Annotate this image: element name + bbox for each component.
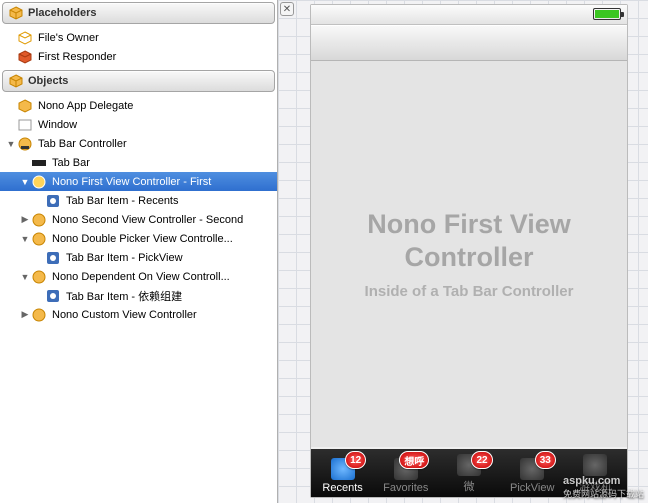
- view-controller-icon: [32, 232, 46, 246]
- outline-sidebar: Placeholders File's Owner First Responde…: [0, 0, 278, 503]
- placeholder-item-first-responder[interactable]: First Responder: [0, 47, 277, 66]
- tree-item-double-picker-vc[interactable]: Nono Double Picker View Controlle...: [0, 229, 277, 248]
- badge: 想呼: [399, 451, 429, 469]
- item-label: Nono Double Picker View Controlle...: [52, 233, 233, 245]
- item-label: Tab Bar Controller: [38, 138, 127, 150]
- watermark-text: aspku.com 免费网站源码下载站: [563, 473, 644, 500]
- cube-yellow-icon: [18, 99, 32, 113]
- disclosure-triangle-icon[interactable]: [20, 177, 30, 187]
- tab-label: 微: [464, 478, 475, 494]
- item-label: File's Owner: [38, 32, 99, 44]
- tree-item-second-view-controller[interactable]: Nono Second View Controller - Second: [0, 210, 277, 229]
- badge: 12: [345, 451, 366, 469]
- tab-label: Recents: [322, 482, 362, 494]
- tab-label: Favorites: [383, 482, 428, 494]
- tree-item-window[interactable]: Window: [0, 115, 277, 134]
- ib-canvas[interactable]: ✕ Nono First View Controller Inside of a…: [278, 0, 648, 503]
- objects-tree: Nono App Delegate Window Tab Bar Control…: [0, 94, 277, 326]
- item-label: Tab Bar Item - 依赖组建: [66, 288, 182, 304]
- tree-item-tab-bar[interactable]: Tab Bar: [0, 153, 277, 172]
- tree-item-pickview[interactable]: Tab Bar Item - PickView: [0, 248, 277, 267]
- tree-item-dependent-vc[interactable]: Nono Dependent On View Controll...: [0, 267, 277, 286]
- item-label: First Responder: [38, 51, 116, 63]
- tree-item-custom-vc[interactable]: Nono Custom View Controller: [0, 305, 277, 324]
- status-bar: [311, 5, 627, 25]
- view-controller-icon: [32, 270, 46, 284]
- item-label: Nono App Delegate: [38, 100, 133, 112]
- item-label: Window: [38, 119, 77, 131]
- tab-item-favorites[interactable]: 想呼 Favorites: [374, 449, 437, 497]
- cube-icon: [9, 74, 23, 88]
- preview-subtitle: Inside of a Tab Bar Controller: [365, 283, 574, 300]
- tab-bar-item-icon: [46, 194, 60, 208]
- item-label: Nono Second View Controller - Second: [52, 214, 243, 226]
- section-title: Objects: [28, 75, 68, 87]
- preview-title: Nono First View Controller: [331, 208, 607, 273]
- item-label: Nono Dependent On View Controll...: [52, 271, 230, 283]
- tab-bar-item-icon: [46, 289, 60, 303]
- tree-item-first-view-controller[interactable]: Nono First View Controller - First: [0, 172, 277, 191]
- view-controller-icon: [32, 308, 46, 322]
- disclosure-triangle-icon[interactable]: [20, 309, 30, 320]
- disclosure-triangle-icon[interactable]: [20, 234, 30, 244]
- tab-item-recents[interactable]: 12 Recents: [311, 449, 374, 497]
- tab-item-3[interactable]: 22 微: [437, 449, 500, 497]
- navigation-bar: [311, 25, 627, 61]
- item-label: Tab Bar Item - PickView: [66, 252, 183, 264]
- objects-header[interactable]: Objects: [2, 70, 275, 92]
- cube-outline-icon: [18, 31, 32, 45]
- cube-red-icon: [18, 50, 32, 64]
- battery-icon: [593, 8, 621, 20]
- placeholders-list: File's Owner First Responder: [0, 26, 277, 68]
- item-label: Tab Bar Item - Recents: [66, 195, 179, 207]
- pin-button[interactable]: ✕: [280, 2, 294, 16]
- badge: 33: [535, 451, 556, 469]
- item-label: Nono Custom View Controller: [52, 309, 197, 321]
- tab-label: PickView: [510, 482, 554, 494]
- disclosure-triangle-icon[interactable]: [20, 272, 30, 282]
- tab-bar-icon: [32, 156, 46, 170]
- badge: 22: [471, 451, 492, 469]
- tree-item-tab-bar-controller[interactable]: Tab Bar Controller: [0, 134, 277, 153]
- placeholder-item-files-owner[interactable]: File's Owner: [0, 28, 277, 47]
- item-label: Tab Bar: [52, 157, 90, 169]
- tree-item-recents[interactable]: Tab Bar Item - Recents: [0, 191, 277, 210]
- window-icon: [18, 118, 32, 132]
- controller-icon: [18, 137, 32, 151]
- item-label: Nono First View Controller - First: [52, 176, 211, 188]
- tab-item-pickview[interactable]: 33 PickView: [501, 449, 564, 497]
- view-controller-icon: [32, 175, 46, 189]
- cube-icon: [9, 6, 23, 20]
- disclosure-triangle-icon[interactable]: [6, 139, 16, 149]
- tree-item-dependent-item[interactable]: Tab Bar Item - 依赖组建: [0, 286, 277, 305]
- tree-item-app-delegate[interactable]: Nono App Delegate: [0, 96, 277, 115]
- view-controller-icon: [32, 213, 46, 227]
- device-preview: Nono First View Controller Inside of a T…: [310, 4, 628, 498]
- section-title: Placeholders: [28, 7, 96, 19]
- tab-bar-item-icon: [46, 251, 60, 265]
- disclosure-triangle-icon[interactable]: [20, 214, 30, 225]
- placeholders-header[interactable]: Placeholders: [2, 2, 275, 24]
- preview-content: Nono First View Controller Inside of a T…: [311, 61, 627, 447]
